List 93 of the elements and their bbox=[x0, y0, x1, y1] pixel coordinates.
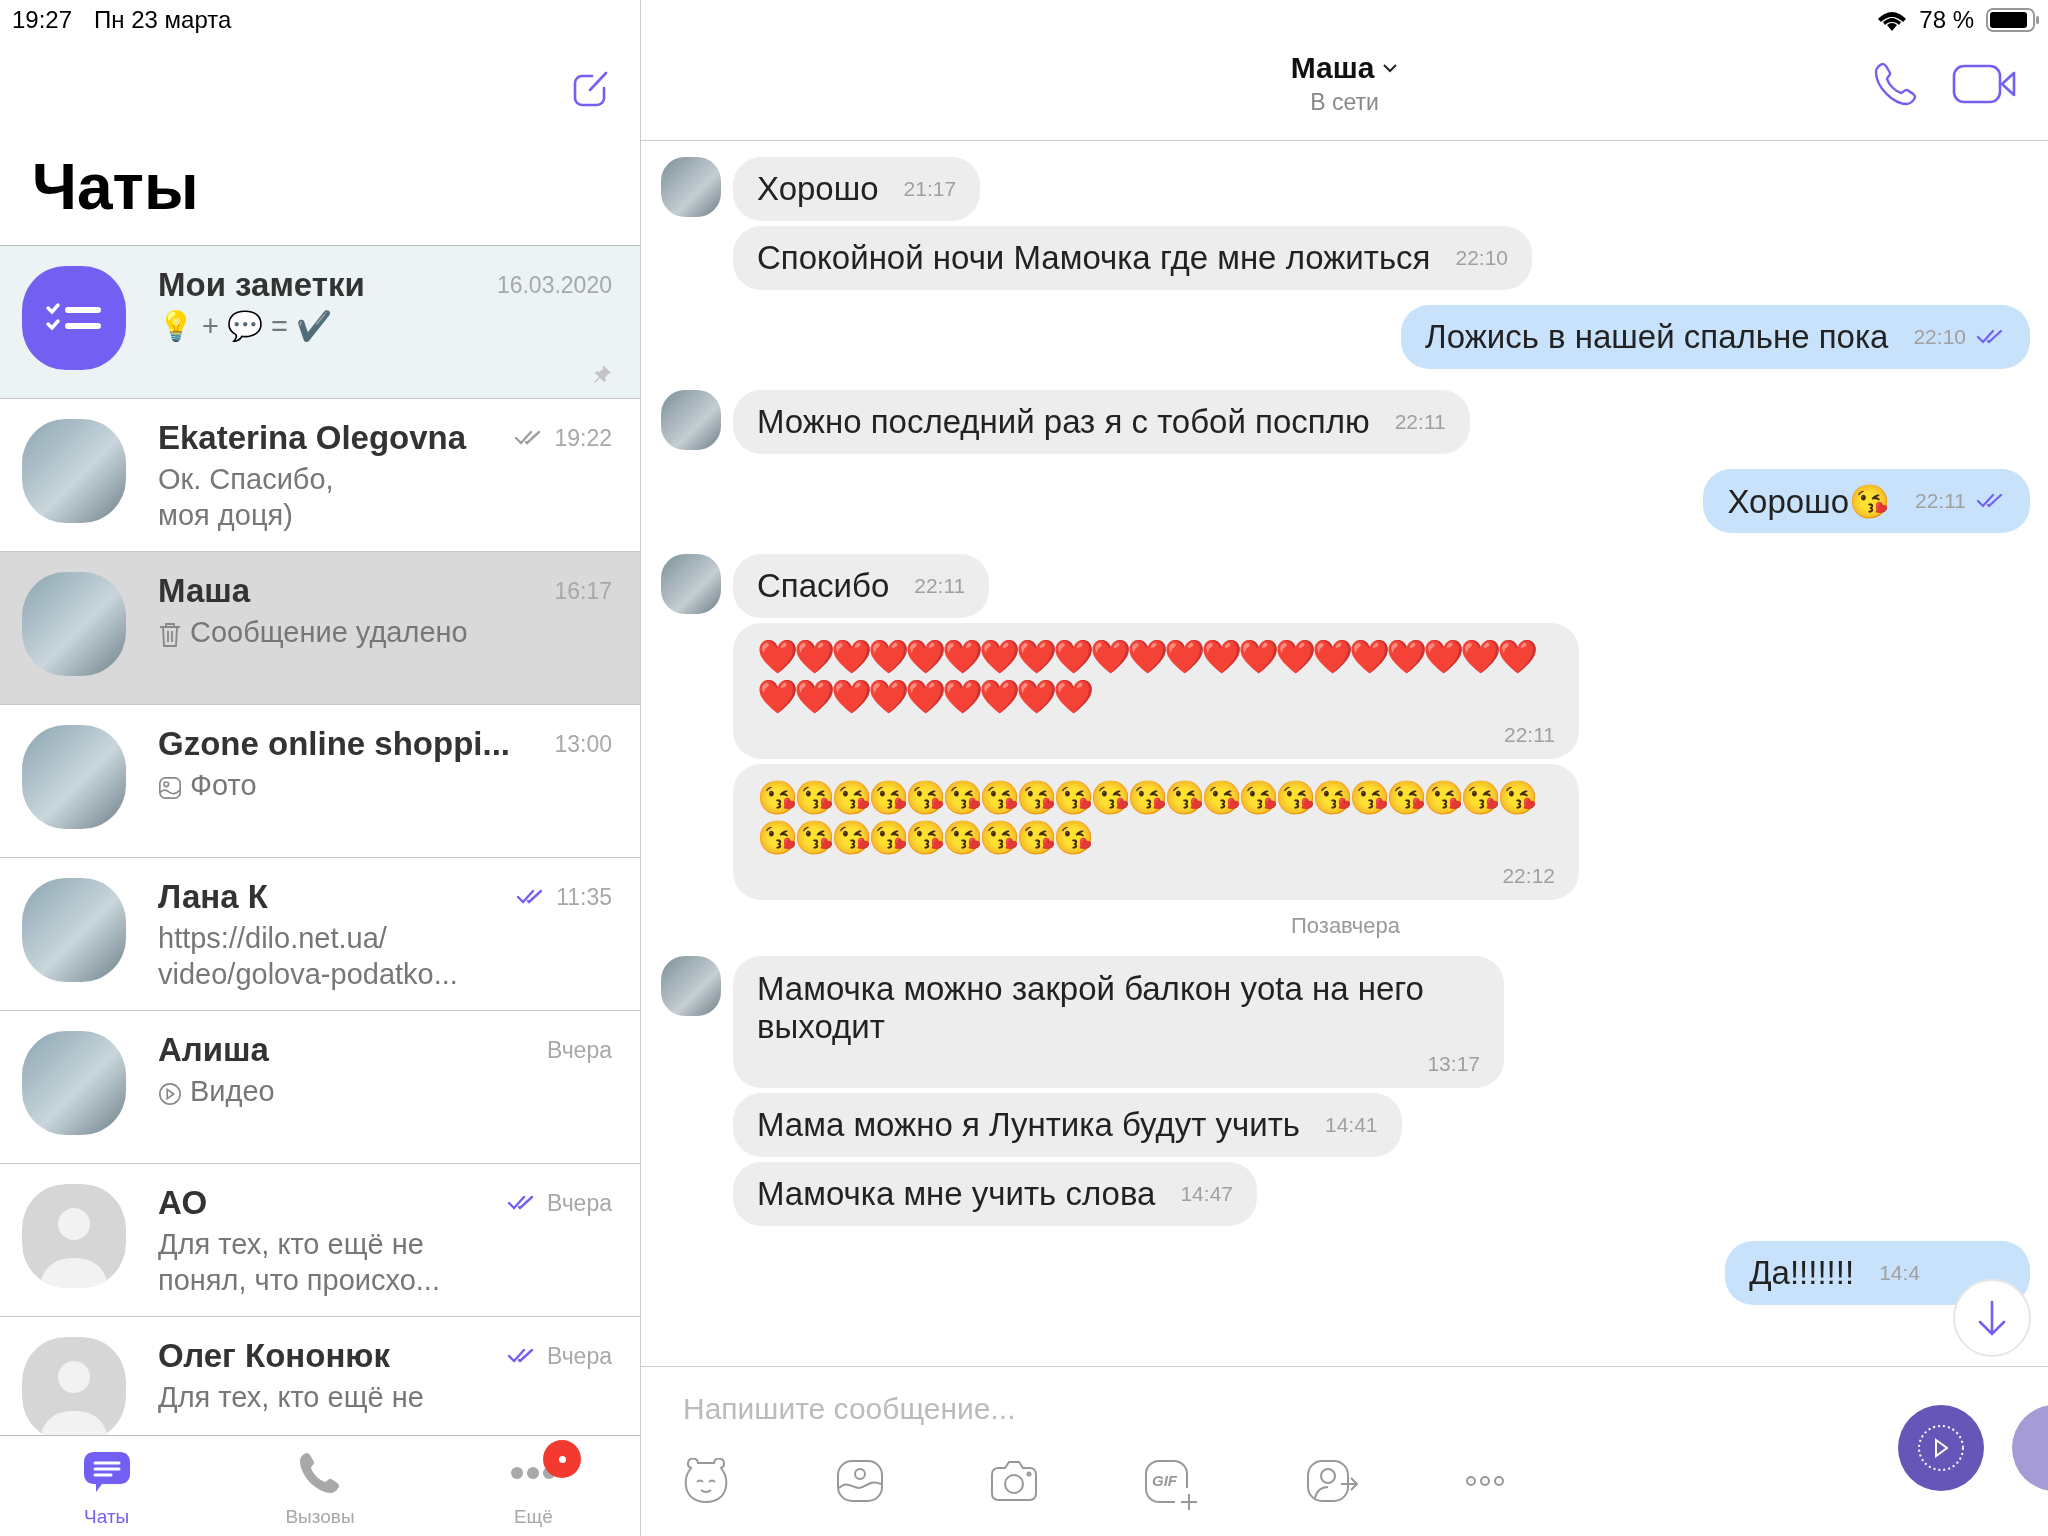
chat-row[interactable]: Мои заметки 16.03.2020 💡 + 💬 = ✔ bbox=[0, 246, 640, 399]
share-contact-icon[interactable] bbox=[1305, 1458, 1361, 1504]
chat-row[interactable]: АО Вчера Для тех, кто ещё не понял, что происхо... bbox=[0, 1164, 640, 1317]
message-time: 22:10 bbox=[1913, 325, 1966, 349]
message-bubble[interactable]: Спасибо 22:11 bbox=[733, 554, 990, 618]
chat-preview: Видео bbox=[190, 1074, 275, 1109]
message-bubble[interactable]: Хорошо 21:17 bbox=[733, 157, 981, 221]
message-bubble[interactable]: Мама можно я Лунтика будут учить 14:41 bbox=[733, 1093, 1402, 1157]
phone-icon bbox=[298, 1451, 342, 1495]
message-text: Хорошо😘 bbox=[1727, 481, 1891, 521]
default-avatar-icon bbox=[22, 1337, 126, 1435]
phone-icon[interactable] bbox=[1874, 62, 1918, 106]
status-time: 19:27 bbox=[12, 6, 73, 34]
chat-time: 13:00 bbox=[554, 730, 612, 758]
chat-preview: Ок. Спасибо, bbox=[158, 462, 334, 497]
message-time: 22:11 bbox=[1394, 410, 1446, 434]
message-bubble[interactable]: Спокойной ночи Мамочка где мне ложиться 22:10 bbox=[733, 226, 1532, 290]
chat-preview: Фото bbox=[190, 768, 257, 803]
chat-name: АО bbox=[158, 1184, 209, 1222]
page-title: Чаты bbox=[31, 150, 200, 225]
message-text: Мамочка можно закрой балкон yota на него выходит bbox=[757, 970, 1425, 1046]
chat-preview: video/golova-podatko... bbox=[158, 957, 458, 992]
chat-preview: 💡 + 💬 = ✔ bbox=[158, 309, 333, 344]
online-status: В сети bbox=[1310, 88, 1379, 116]
status-date: Пн 23 марта bbox=[94, 6, 232, 34]
chevron-down-icon[interactable] bbox=[1382, 62, 1399, 73]
more-icon[interactable] bbox=[1465, 1475, 1505, 1487]
image-icon bbox=[158, 775, 182, 801]
chat-preview: моя доця) bbox=[158, 498, 294, 533]
message-time: 22:12 bbox=[1502, 864, 1555, 888]
chat-name: Маша bbox=[158, 572, 252, 610]
scroll-down-button[interactable] bbox=[1952, 1278, 2032, 1358]
wifi-icon bbox=[1877, 9, 1908, 31]
message-time: 22:11 bbox=[1504, 723, 1555, 747]
record-button[interactable] bbox=[1898, 1405, 1984, 1491]
chat-row[interactable]: Лана К 11:35 https://dilo.net.ua/ video/golova-podatko... bbox=[0, 858, 640, 1011]
chat-row[interactable]: Алиша Вчера Видео bbox=[0, 1011, 640, 1164]
message-text: Спасибо bbox=[757, 567, 891, 605]
chat-time: Вчера bbox=[547, 1036, 612, 1064]
chat-preview: Для тех, кто ещё не bbox=[158, 1380, 424, 1415]
battery-icon bbox=[1986, 7, 2040, 33]
chat-preview: Для тех, кто ещё не bbox=[158, 1227, 425, 1262]
play-icon bbox=[158, 1081, 182, 1107]
message-time: 22:11 bbox=[914, 574, 966, 598]
message-text: ❤❤❤❤❤❤❤❤❤❤❤❤❤❤❤❤❤❤❤❤❤❤❤❤❤❤❤❤❤❤ bbox=[757, 637, 1536, 717]
message-text: Мамочка мне учить слова bbox=[757, 1175, 1157, 1213]
message-time: 22:11 bbox=[1915, 489, 1966, 513]
chat-name: Алиша bbox=[158, 1031, 270, 1069]
chat-name: Лана К bbox=[158, 878, 269, 916]
message-text: Хорошо bbox=[757, 170, 880, 208]
message-time: 21:17 bbox=[903, 177, 957, 201]
notes-avatar-icon bbox=[22, 266, 126, 370]
chat-preview: https://dilo.net.ua/ bbox=[158, 921, 388, 956]
chat-time: 16.03.2020 bbox=[496, 271, 612, 299]
camera-icon[interactable] bbox=[989, 1458, 1039, 1504]
message-time: 22:10 bbox=[1455, 246, 1508, 270]
chat-name: Мои заметки bbox=[158, 266, 366, 304]
chat-time: 11:35 bbox=[556, 883, 612, 911]
video-camera-icon[interactable] bbox=[1952, 62, 2016, 106]
chat-row[interactable]: Ekaterina Olegovna 19:22 Ок. Спасибо, моя доця) bbox=[0, 399, 640, 552]
message-text: Можно последний раз я с тобой посплю bbox=[757, 403, 1371, 441]
message-text: Мама можно я Лунтика будут учить bbox=[757, 1106, 1301, 1144]
message-bubble[interactable]: Да!!!!!!! 14:4 bbox=[1725, 1241, 2030, 1305]
message-time: 14:4 bbox=[1879, 1261, 1920, 1285]
message-bubble[interactable]: Можно последний раз я с тобой посплю 22:11 bbox=[733, 390, 1470, 454]
message-bubble[interactable]: Мамочка мне учить слова 14:47 bbox=[733, 1162, 1257, 1226]
image-icon[interactable] bbox=[835, 1458, 885, 1504]
message-text: 😘😘😘😘😘😘😘😘😘😘😘😘😘😘😘😘😘😘😘😘😘😘😘😘😘😘😘😘😘😘 bbox=[757, 778, 1536, 858]
message-time: 14:41 bbox=[1325, 1113, 1378, 1137]
message-text: Да!!!!!!! bbox=[1749, 1254, 1856, 1292]
chat-name: Ekaterina Olegovna bbox=[158, 419, 468, 457]
date-separator: Позавчера bbox=[1291, 913, 1400, 939]
chat-row[interactable]: Gzone online shoppi... 13:00 Фото bbox=[0, 705, 640, 858]
trash-icon bbox=[158, 622, 182, 648]
chat-time: Вчера bbox=[547, 1189, 612, 1217]
message-text: Спокойной ночи Мамочка где мне ложиться bbox=[757, 239, 1432, 277]
chat-preview: понял, что происхо... bbox=[158, 1263, 440, 1298]
chat-preview: Сообщение удалено bbox=[190, 615, 468, 650]
message-input[interactable]: Напишите сообщение... bbox=[681, 1391, 1881, 1427]
message-bubble[interactable]: ❤❤❤❤❤❤❤❤❤❤❤❤❤❤❤❤❤❤❤❤❤❤❤❤❤❤❤❤❤❤ 22:11 bbox=[733, 623, 1579, 759]
message-text: Ложись в нашей спальне пока bbox=[1425, 318, 1890, 356]
message-time: 13:17 bbox=[1427, 1052, 1480, 1076]
chat-time: Вчера bbox=[547, 1342, 612, 1370]
pin-icon bbox=[592, 364, 612, 384]
message-time: 14:47 bbox=[1180, 1182, 1233, 1206]
contact-name[interactable]: Маша bbox=[1290, 50, 1375, 85]
tab[interactable]: Чаты bbox=[0, 1436, 214, 1536]
message-bubble[interactable]: Мамочка можно закрой балкон yota на него выходит 13:17 bbox=[733, 956, 1504, 1088]
battery-percent: 78 % bbox=[1919, 6, 1974, 34]
message-bubble[interactable]: Ложись в нашей спальне пока 22:10 bbox=[1401, 305, 2030, 369]
chat-name: Олег Кононюк bbox=[158, 1337, 392, 1375]
chat-time: 19:22 bbox=[554, 424, 612, 452]
chat-name: Gzone online shoppi... bbox=[158, 725, 511, 763]
